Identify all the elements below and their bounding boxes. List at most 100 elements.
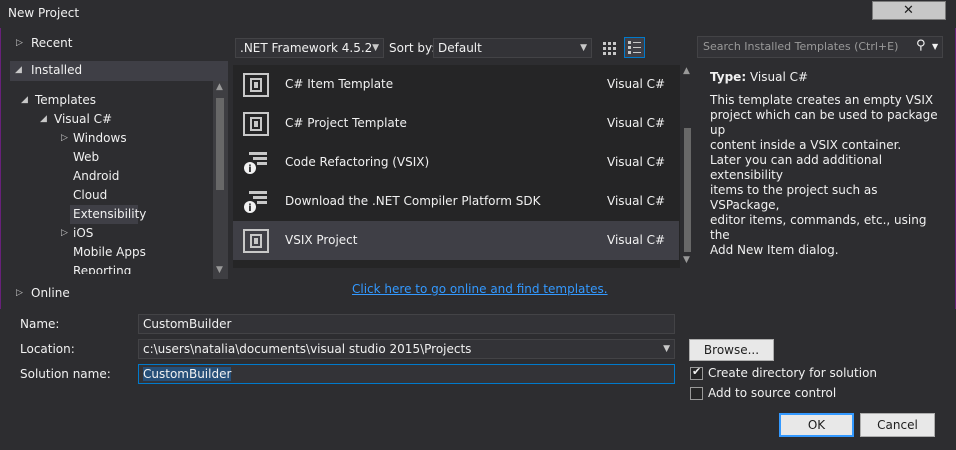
description-line: Later you can add additional extensibili…	[710, 153, 883, 182]
nav-recent-label: Recent	[31, 36, 73, 50]
nav-item-reporting[interactable]: Reporting	[58, 262, 208, 274]
template-nav: ▷ Recent ◢ Installed ◢ Templates ◢ Visua…	[10, 33, 228, 309]
nav-item-cloud[interactable]: Cloud	[58, 186, 208, 205]
expand-icon: ▷	[61, 228, 68, 238]
solution-name-value: CustomBuilder	[143, 367, 232, 381]
list-icon	[628, 41, 641, 54]
location-value: c:\users\natalia\documents\visual studio…	[143, 342, 472, 356]
description-line: This template creates an empty VSIX	[710, 93, 934, 107]
nav-installed[interactable]: ◢ Installed	[10, 61, 228, 81]
nav-item-android[interactable]: Android	[58, 167, 208, 186]
search-templates-input[interactable]: Search Installed Templates (Ctrl+E) ⚲ ▼	[697, 36, 943, 58]
template-name: C# Project Template	[285, 116, 407, 130]
cancel-button[interactable]: Cancel	[860, 413, 935, 437]
nav-visual-csharp[interactable]: ◢ Visual C#	[38, 110, 208, 129]
description-line: content inside a VSIX container.	[710, 138, 902, 152]
description-line: items to the project such as VSPackage,	[710, 183, 878, 212]
sort-select[interactable]: Default ▼	[433, 38, 592, 58]
create-directory-label: Create directory for solution	[708, 366, 878, 380]
nav-installed-label: Installed	[31, 63, 83, 77]
project-template-icon	[243, 112, 269, 136]
collapse-icon: ◢	[15, 65, 22, 75]
template-lang: Visual C#	[607, 155, 666, 169]
chevron-down-icon: ▼	[372, 43, 379, 53]
list-item[interactable]: i Download the .NET Compiler Platform SD…	[233, 182, 679, 221]
chevron-down-icon: ▼	[580, 43, 587, 53]
nav-templates-label: Templates	[35, 93, 97, 107]
chevron-down-icon[interactable]: ▼	[932, 42, 938, 51]
chevron-down-icon[interactable]: ▼	[663, 340, 670, 358]
solution-name-field[interactable]: CustomBuilder	[138, 364, 675, 384]
template-name: Code Refactoring (VSIX)	[285, 155, 430, 169]
list-item[interactable]: C# Item Template Visual C#	[233, 65, 679, 104]
name-field-value: CustomBuilder	[143, 317, 232, 331]
nav-visual-csharp-label: Visual C#	[54, 112, 113, 126]
list-scroll-thumb[interactable]	[684, 128, 691, 252]
template-name: C# Item Template	[285, 77, 394, 91]
nav-item-label: Web	[73, 150, 100, 164]
template-lang: Visual C#	[607, 233, 666, 247]
nav-item-label: Cloud	[73, 188, 108, 202]
source-control-checkbox[interactable]	[690, 387, 703, 400]
info-icon: i	[244, 191, 267, 214]
vsix-project-icon	[243, 229, 269, 253]
small-icons-view-button[interactable]	[600, 38, 620, 58]
list-item[interactable]: i Code Refactoring (VSIX) Visual C#	[233, 143, 679, 182]
scroll-up-icon[interactable]: ▲	[683, 66, 690, 76]
template-name: Download the .NET Compiler Platform SDK	[285, 194, 541, 208]
scroll-down-icon[interactable]: ▼	[216, 265, 223, 275]
item-template-icon	[243, 73, 269, 97]
nav-item-extensibility[interactable]: Extensibility	[70, 205, 146, 224]
online-templates-link[interactable]: Click here to go online and find templat…	[352, 282, 608, 296]
nav-item-label: Reporting	[73, 264, 132, 274]
nav-scroll-thumb[interactable]	[216, 98, 224, 190]
source-control-label: Add to source control	[708, 386, 837, 400]
location-combobox[interactable]: c:\users\natalia\documents\visual studio…	[138, 339, 675, 359]
nav-item-label: Android	[73, 169, 120, 183]
close-button[interactable]: ✕	[872, 1, 946, 20]
nav-scrollbar[interactable]: ▲ ▼	[213, 81, 228, 279]
nav-online[interactable]: ▷ Online	[10, 284, 228, 303]
template-name: VSIX Project	[285, 233, 358, 247]
nav-item-label: Mobile Apps	[73, 245, 146, 259]
nav-templates[interactable]: ◢ Templates	[18, 91, 208, 110]
list-view-button[interactable]	[624, 37, 645, 58]
framework-select[interactable]: .NET Framework 4.5.2 ▼	[235, 38, 384, 58]
browse-button[interactable]: Browse...	[689, 339, 774, 361]
nav-item-mobile-apps[interactable]: Mobile Apps	[58, 243, 208, 262]
template-list-scrollbar[interactable]: ▲ ▼	[680, 65, 695, 268]
nav-recent[interactable]: ▷ Recent	[10, 34, 228, 53]
sort-select-value: Default	[438, 41, 482, 55]
ok-button[interactable]: OK	[779, 413, 854, 437]
name-field[interactable]: CustomBuilder	[138, 314, 675, 334]
create-directory-checkbox[interactable]	[690, 365, 703, 380]
nav-item-label: Windows	[73, 131, 127, 145]
collapse-icon: ◢	[21, 95, 28, 105]
type-label: Type:	[710, 70, 747, 84]
name-label: Name:	[20, 317, 60, 331]
collapse-icon: ◢	[40, 114, 47, 124]
solution-name-label: Solution name:	[20, 367, 111, 381]
search-icon[interactable]: ⚲	[916, 38, 926, 53]
list-item[interactable]: VSIX Project Visual C#	[233, 221, 679, 260]
nav-item-ios[interactable]: ▷ iOS	[58, 224, 208, 243]
scroll-up-icon[interactable]: ▲	[216, 82, 223, 92]
type-value: Visual C#	[749, 70, 809, 84]
template-lang: Visual C#	[607, 77, 666, 91]
ok-label: OK	[807, 418, 826, 432]
sort-label: Sort by:	[389, 41, 436, 55]
template-details: Type: Visual C# This template creates an…	[710, 70, 944, 258]
nav-item-windows[interactable]: ▷ Windows	[58, 129, 208, 148]
search-placeholder: Search Installed Templates (Ctrl+E)	[703, 40, 899, 53]
expand-icon: ▷	[61, 133, 68, 143]
expand-icon: ▷	[16, 38, 23, 48]
browse-label: Browse...	[703, 343, 760, 357]
list-item[interactable]: C# Project Template Visual C#	[233, 104, 679, 143]
close-icon: ✕	[903, 3, 914, 18]
svg-text:i: i	[248, 164, 251, 175]
scroll-down-icon[interactable]: ▼	[683, 255, 690, 265]
template-lang: Visual C#	[607, 194, 666, 208]
template-list: C# Item Template Visual C# C# Project Te…	[233, 65, 695, 268]
template-lang: Visual C#	[607, 116, 666, 130]
nav-item-web[interactable]: Web	[58, 148, 208, 167]
